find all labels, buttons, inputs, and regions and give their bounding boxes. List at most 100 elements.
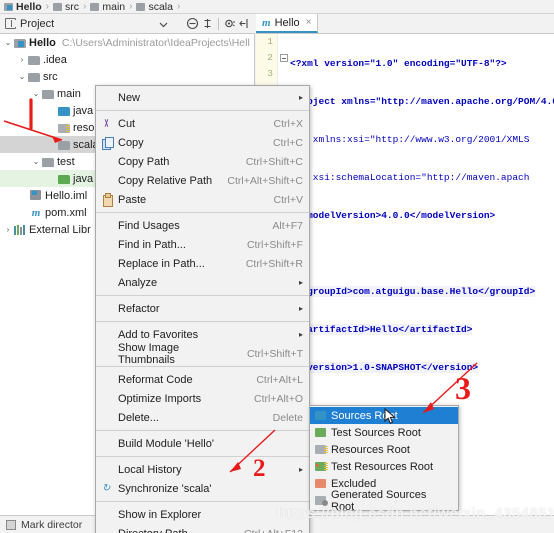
submenu-item-test-sources-root[interactable]: Test Sources Root bbox=[310, 424, 458, 441]
menu-item-local-history[interactable]: Local History ▸ bbox=[96, 460, 309, 479]
menu-shortcut: Ctrl+Shift+F bbox=[246, 238, 303, 251]
tree-label: src bbox=[43, 70, 58, 83]
twisty-icon[interactable]: › bbox=[2, 225, 14, 234]
menu-separator bbox=[96, 430, 309, 431]
breadcrumb-item-scala[interactable]: scala bbox=[136, 1, 173, 13]
menu-shortcut: Alt+F7 bbox=[272, 219, 303, 232]
submenu-item-generated-sources-root[interactable]: Generated Sources Root bbox=[310, 489, 458, 513]
code-text: <artifactId>Hello</artifactId> bbox=[290, 324, 473, 335]
twisty-icon[interactable]: ⌄ bbox=[16, 72, 28, 81]
menu-item-show-image-thumbnails[interactable]: Show Image Thumbnails Ctrl+Shift+T bbox=[96, 341, 309, 366]
fold-marker-icon[interactable] bbox=[280, 54, 288, 62]
context-menu[interactable]: New ▸ Cut Ctrl+X Copy Ctrl+C Copy Path C… bbox=[95, 85, 310, 533]
tree-row-idea[interactable]: › .idea bbox=[0, 51, 254, 68]
menu-item-replace-in-path[interactable]: Replace in Path... Ctrl+Shift+R bbox=[96, 254, 309, 273]
tree-label: pom.xml bbox=[45, 206, 87, 219]
annotation-number-3: 3 bbox=[455, 370, 471, 406]
tree-label: main bbox=[57, 87, 81, 100]
menu-separator bbox=[96, 110, 309, 111]
tree-row-hello[interactable]: ⌄ Hello C:\Users\Administrator\IdeaProje… bbox=[0, 34, 254, 51]
folder-icon bbox=[58, 140, 70, 150]
menu-item-delete[interactable]: Delete... Delete bbox=[96, 408, 309, 427]
menu-item-find-in-path[interactable]: Find in Path... Ctrl+Shift+F bbox=[96, 235, 309, 254]
submenu-arrow-icon: ▸ bbox=[298, 330, 303, 339]
blue-folder-icon bbox=[314, 410, 328, 421]
gear-icon[interactable] bbox=[222, 16, 237, 31]
tree-label: External Libr bbox=[29, 223, 91, 236]
menu-item-new[interactable]: New ▸ bbox=[96, 88, 309, 107]
tree-label: java bbox=[73, 104, 94, 117]
twisty-icon[interactable]: ⌄ bbox=[2, 38, 14, 47]
menu-item-synchronize-scala[interactable]: ↻ Synchronize 'scala' bbox=[96, 479, 309, 498]
menu-item-copy-relative-path[interactable]: Copy Relative Path Ctrl+Alt+Shift+C bbox=[96, 171, 309, 190]
collapse-all-icon[interactable] bbox=[185, 16, 200, 31]
breadcrumb-item-src[interactable]: src bbox=[53, 1, 79, 13]
menu-label: Copy Path bbox=[118, 155, 170, 168]
submenu-item-resources-root[interactable]: Resources Root bbox=[310, 441, 458, 458]
menu-icon bbox=[100, 238, 116, 252]
tree-label: test bbox=[57, 155, 75, 168]
menu-item-copy[interactable]: Copy Ctrl+C bbox=[96, 133, 309, 152]
scroll-from-source-icon[interactable] bbox=[200, 16, 215, 31]
menu-label: Replace in Path... bbox=[118, 257, 205, 270]
menu-icon bbox=[100, 91, 116, 105]
menu-icon bbox=[100, 411, 116, 425]
twisty-icon[interactable]: ⌄ bbox=[30, 89, 42, 98]
toolbar-separator bbox=[218, 17, 219, 30]
tree-row-src[interactable]: ⌄ src bbox=[0, 68, 254, 85]
menu-item-find-usages[interactable]: Find Usages Alt+F7 bbox=[96, 216, 309, 235]
menu-icon bbox=[100, 463, 116, 477]
mark-directory-submenu[interactable]: Sources Root Test Sources Root Resources… bbox=[309, 405, 459, 513]
twisty-icon[interactable]: › bbox=[16, 55, 28, 64]
chevron-down-icon[interactable] bbox=[156, 16, 171, 31]
breadcrumb-label: Hello bbox=[16, 0, 42, 13]
menu-icon bbox=[100, 437, 116, 451]
menu-item-build-module[interactable]: Build Module 'Hello' bbox=[96, 434, 309, 453]
module-icon bbox=[4, 2, 13, 11]
project-panel-title: Project bbox=[20, 17, 55, 30]
breadcrumb-item-main[interactable]: main bbox=[90, 1, 125, 13]
submenu-item-test-resources-root[interactable]: Test Resources Root bbox=[310, 458, 458, 475]
menu-icon bbox=[100, 276, 116, 290]
folder-icon bbox=[42, 157, 54, 167]
menu-label: Show Image Thumbnails bbox=[118, 341, 180, 366]
maven-icon: m bbox=[31, 206, 41, 219]
tree-label: .idea bbox=[43, 53, 67, 66]
breadcrumb-item-hello[interactable]: Hello bbox=[4, 1, 42, 13]
menu-item-show-in-explorer[interactable]: Show in Explorer bbox=[96, 505, 309, 524]
code-line: xmlns:xsi="http://www.w3.org/2001/XMLS bbox=[290, 132, 554, 148]
tree-label: java bbox=[73, 172, 94, 185]
status-icon bbox=[6, 519, 16, 530]
menu-icon bbox=[100, 392, 116, 406]
folder-icon bbox=[53, 2, 63, 11]
twisty-icon[interactable]: ⌄ bbox=[30, 157, 42, 166]
menu-item-copy-path[interactable]: Copy Path Ctrl+Shift+C bbox=[96, 152, 309, 171]
tab-hello[interactable]: m Hello × bbox=[256, 14, 319, 33]
menu-item-analyze[interactable]: Analyze ▸ bbox=[96, 273, 309, 292]
tab-label: Hello bbox=[274, 16, 300, 29]
menu-label: Build Module 'Hello' bbox=[118, 437, 214, 450]
menu-item-paste[interactable]: Paste Ctrl+V bbox=[96, 190, 309, 209]
folder-icon bbox=[42, 89, 54, 99]
maven-icon: m bbox=[262, 16, 271, 29]
close-icon[interactable]: × bbox=[306, 17, 312, 28]
code-line: <version>1.0-SNAPSHOT</version> bbox=[290, 360, 554, 376]
menu-shortcut: Ctrl+Alt+Shift+C bbox=[227, 174, 303, 187]
code-line: <?xml version="1.0" encoding="UTF-8"?> bbox=[290, 56, 554, 72]
menu-item-directory-path[interactable]: Directory Path Ctrl+Alt+F12 bbox=[96, 524, 309, 533]
menu-icon bbox=[100, 257, 116, 271]
library-icon bbox=[14, 224, 26, 235]
submenu-arrow-icon: ▸ bbox=[298, 304, 303, 313]
menu-label: Find Usages bbox=[118, 219, 180, 232]
submenu-item-sources-root[interactable]: Sources Root bbox=[310, 407, 458, 424]
menu-shortcut: Ctrl+Shift+T bbox=[246, 347, 303, 360]
submenu-label: Generated Sources Root bbox=[331, 488, 427, 513]
code-text: xmlns:xsi="http://www.w3.org/2001/XMLS bbox=[290, 134, 530, 145]
menu-item-optimize-imports[interactable]: Optimize Imports Ctrl+Alt+O bbox=[96, 389, 309, 408]
annotation-number-2: 2 bbox=[253, 455, 266, 482]
hide-panel-icon[interactable] bbox=[237, 16, 252, 31]
menu-item-refactor[interactable]: Refactor ▸ bbox=[96, 299, 309, 318]
menu-item-reformat-code[interactable]: Reformat Code Ctrl+Alt+L bbox=[96, 370, 309, 389]
menu-item-cut[interactable]: Cut Ctrl+X bbox=[96, 114, 309, 133]
